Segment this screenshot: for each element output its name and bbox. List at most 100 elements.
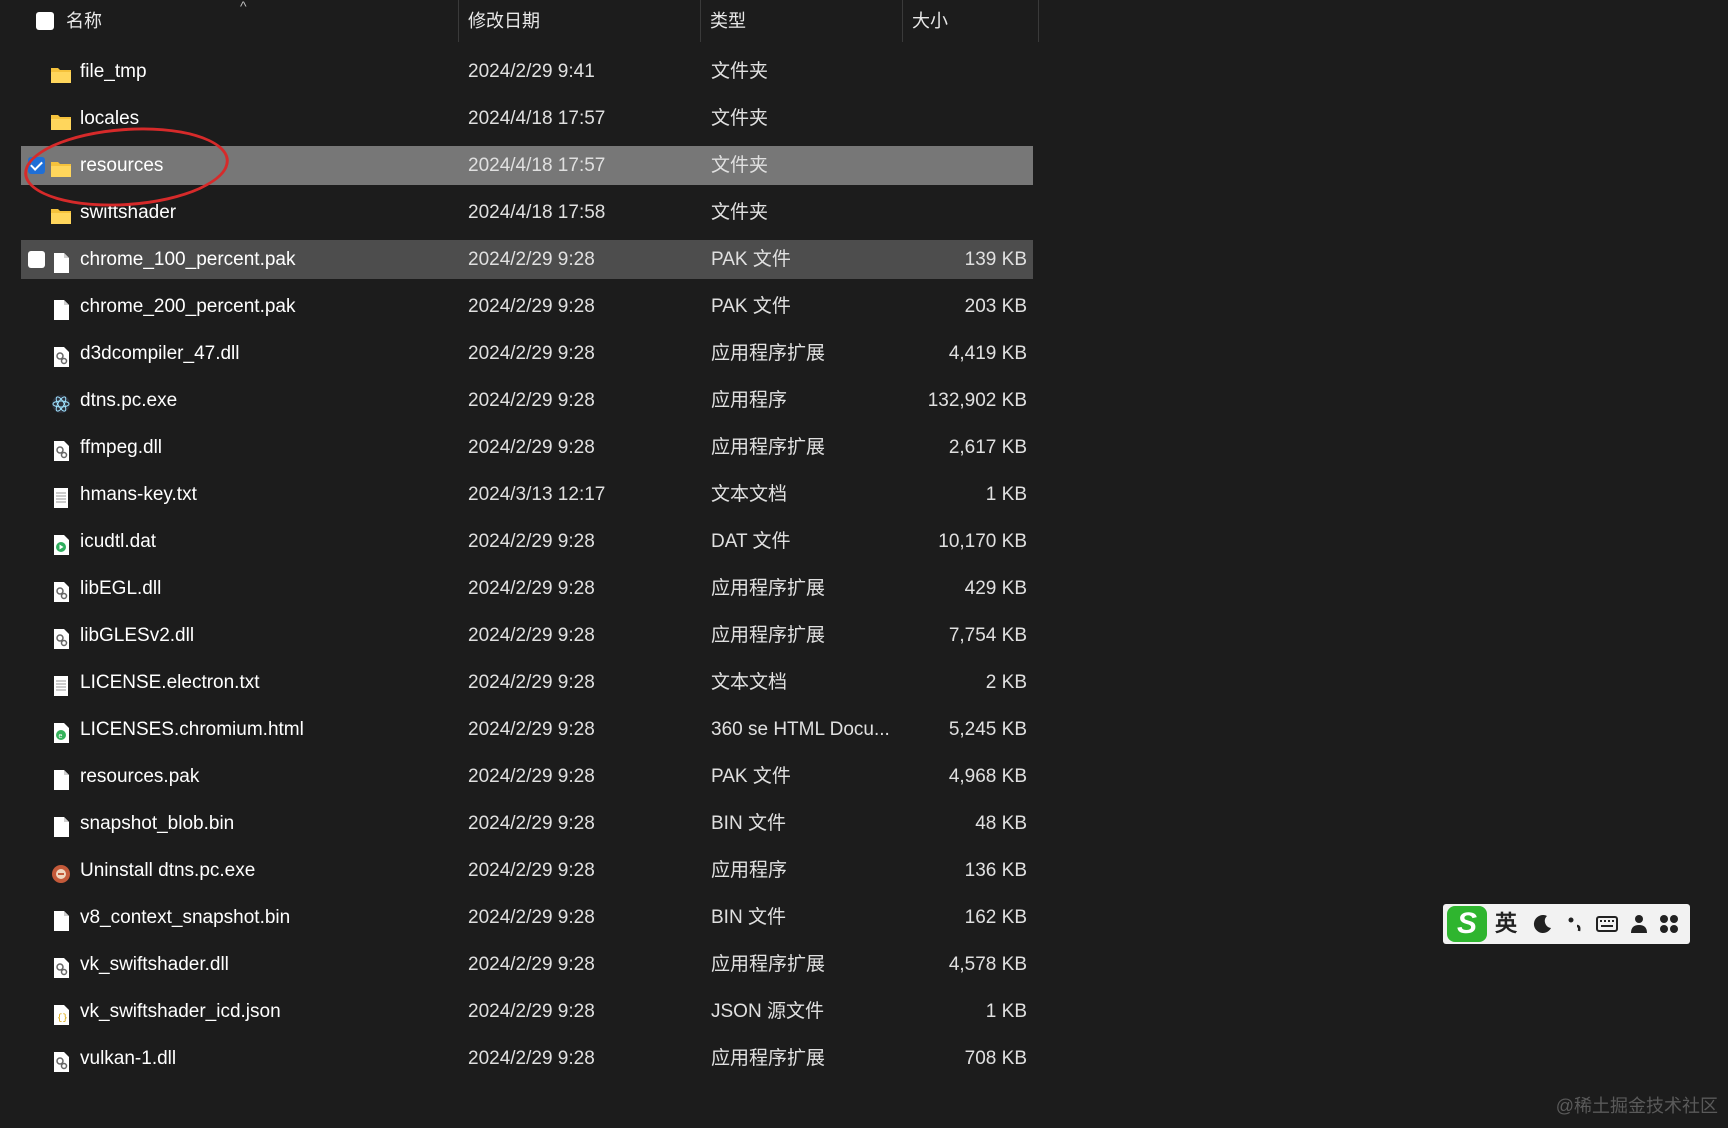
- file-name[interactable]: d3dcompiler_47.dll: [80, 334, 240, 373]
- file-row[interactable]: {} vk_swiftshader_icd.json 2024/2/29 9:28 J…: [21, 992, 1033, 1031]
- keyboard-icon[interactable]: [1595, 912, 1619, 936]
- file-size: 2 KB: [985, 672, 1027, 693]
- file-name[interactable]: vk_swiftshader_icd.json: [80, 992, 281, 1031]
- file-row[interactable]: v8_context_snapshot.bin 2024/2/29 9:28 BIN…: [21, 898, 1033, 937]
- file-row[interactable]: Uninstall dtns.pc.exe 2024/2/29 9:28 应用程序 1…: [21, 851, 1033, 890]
- file-modified-date: 2024/2/29 9:28: [468, 625, 595, 646]
- file-type: PAK 文件: [711, 766, 791, 787]
- ime-toolbar: S 英: [1443, 904, 1690, 944]
- file-row[interactable]: dtns.pc.exe 2024/2/29 9:28 应用程序 132,902 KB: [21, 381, 1033, 420]
- file-type: DAT 文件: [711, 531, 791, 552]
- file-row[interactable]: resources.pak 2024/2/29 9:28 PAK 文件 4,968 K…: [21, 757, 1033, 796]
- file-name[interactable]: ffmpeg.dll: [80, 428, 162, 467]
- file-modified-date: 2024/2/29 9:28: [468, 1048, 595, 1069]
- file-name[interactable]: chrome_200_percent.pak: [80, 287, 295, 326]
- watermark: @稀土掘金技术社区: [1555, 1096, 1718, 1116]
- file-modified-date: 2024/2/29 9:28: [468, 719, 595, 740]
- file-name[interactable]: Uninstall dtns.pc.exe: [80, 851, 255, 890]
- file-size: 2,617 KB: [948, 437, 1027, 458]
- file-type: 应用程序扩展: [711, 437, 826, 458]
- file-modified-date: 2024/2/29 9:28: [468, 296, 595, 317]
- column-divider[interactable]: [1038, 0, 1039, 42]
- file-name[interactable]: dtns.pc.exe: [80, 381, 177, 420]
- apps-icon[interactable]: [1657, 912, 1681, 936]
- file-name[interactable]: libEGL.dll: [80, 569, 161, 608]
- file-row[interactable]: chrome_200_percent.pak 2024/2/29 9:28 PAK …: [21, 287, 1033, 326]
- file-type: 文件夹: [711, 61, 769, 82]
- file-size: 4,968 KB: [948, 766, 1027, 787]
- dll-icon: [50, 954, 72, 978]
- file-type: 文件夹: [711, 202, 769, 223]
- ime-language-toggle[interactable]: 英: [1495, 904, 1517, 944]
- file-name[interactable]: icudtl.dat: [80, 522, 156, 561]
- file-name[interactable]: libGLESv2.dll: [80, 616, 194, 655]
- file-modified-date: 2024/2/29 9:28: [468, 954, 595, 975]
- file-size: 139 KB: [964, 249, 1027, 270]
- select-all-checkbox[interactable]: [36, 12, 54, 30]
- file-name[interactable]: chrome_100_percent.pak: [80, 240, 295, 279]
- user-icon[interactable]: [1627, 912, 1651, 936]
- column-header-date[interactable]: 修改日期: [458, 0, 700, 42]
- file-row[interactable]: snapshot_blob.bin 2024/2/29 9:28 BIN 文件 48 …: [21, 804, 1033, 843]
- file-modified-date: 2024/2/29 9:28: [468, 390, 595, 411]
- file-row[interactable]: libEGL.dll 2024/2/29 9:28 应用程序扩展 429 KB: [21, 569, 1033, 608]
- file-type: 应用程序扩展: [711, 578, 826, 599]
- file-modified-date: 2024/2/29 9:41: [468, 61, 595, 82]
- file-list: file_tmp 2024/2/29 9:41 文件夹 locales 2024/4/1…: [21, 52, 1033, 1086]
- column-header-name[interactable]: 名称: [56, 0, 416, 42]
- text-file-icon: [50, 484, 72, 508]
- file-type: BIN 文件: [711, 907, 786, 928]
- file-type: 应用程序: [711, 390, 788, 411]
- file-name[interactable]: file_tmp: [80, 52, 147, 91]
- file-row[interactable]: file_tmp 2024/2/29 9:41 文件夹: [21, 52, 1033, 91]
- file-name[interactable]: vulkan-1.dll: [80, 1039, 176, 1078]
- dll-icon: [50, 625, 72, 649]
- electron-app-icon: [50, 390, 72, 413]
- file-name[interactable]: v8_context_snapshot.bin: [80, 898, 290, 937]
- file-name[interactable]: LICENSES.chromium.html: [80, 710, 304, 749]
- folder-icon: [50, 61, 72, 83]
- file-row[interactable]: vk_swiftshader.dll 2024/2/29 9:28 应用程序扩展 4,…: [21, 945, 1033, 984]
- file-name[interactable]: vk_swiftshader.dll: [80, 945, 229, 984]
- file-row[interactable]: libGLESv2.dll 2024/2/29 9:28 应用程序扩展 7,754 K…: [21, 616, 1033, 655]
- file-modified-date: 2024/2/29 9:28: [468, 907, 595, 928]
- file-row[interactable]: icudtl.dat 2024/2/29 9:28 DAT 文件 10,170 KB: [21, 522, 1033, 561]
- file-row[interactable]: LICENSE.electron.txt 2024/2/29 9:28 文本文档 2 …: [21, 663, 1033, 702]
- file-row[interactable]: hmans-key.txt 2024/3/13 12:17 文本文档 1 KB: [21, 475, 1033, 514]
- file-type: 应用程序: [711, 860, 788, 881]
- moon-icon[interactable]: [1531, 912, 1555, 936]
- file-modified-date: 2024/2/29 9:28: [468, 343, 595, 364]
- file-modified-date: 2024/3/13 12:17: [468, 484, 606, 505]
- column-header-size[interactable]: 大小: [902, 0, 1038, 42]
- file-name[interactable]: resources.pak: [80, 757, 199, 796]
- file-name[interactable]: hmans-key.txt: [80, 475, 197, 514]
- file-size: 132,902 KB: [927, 390, 1027, 411]
- file-size: 5,245 KB: [948, 719, 1027, 740]
- file-row[interactable]: e LICENSES.chromium.html 2024/2/29 9:28 360…: [21, 710, 1033, 749]
- file-size: 4,419 KB: [948, 343, 1027, 364]
- file-row[interactable]: chrome_100_percent.pak 2024/2/29 9:28 PAK …: [21, 240, 1033, 279]
- row-checkbox[interactable]: [28, 251, 45, 268]
- file-name[interactable]: snapshot_blob.bin: [80, 804, 234, 843]
- file-type: 文件夹: [711, 155, 769, 176]
- svg-text:{}: {}: [57, 1013, 68, 1023]
- file-size: 4,578 KB: [948, 954, 1027, 975]
- punctuation-icon[interactable]: [1563, 912, 1587, 936]
- column-header-type[interactable]: 类型: [700, 0, 902, 42]
- file-row[interactable]: vulkan-1.dll 2024/2/29 9:28 应用程序扩展 708 KB: [21, 1039, 1033, 1078]
- json-file-icon: {}: [50, 1001, 72, 1025]
- file-type: 360 se HTML Docu...: [711, 719, 890, 740]
- file-size: 429 KB: [964, 578, 1027, 599]
- dll-icon: [50, 437, 72, 461]
- file-size: 48 KB: [975, 813, 1027, 834]
- file-icon: [50, 766, 72, 790]
- column-header: 名称 ^ 修改日期 类型 大小: [0, 0, 1040, 42]
- sogou-logo-icon[interactable]: S: [1447, 906, 1487, 942]
- file-modified-date: 2024/2/29 9:28: [468, 813, 595, 834]
- file-name[interactable]: LICENSE.electron.txt: [80, 663, 260, 702]
- file-row[interactable]: d3dcompiler_47.dll 2024/2/29 9:28 应用程序扩展 4,…: [21, 334, 1033, 373]
- file-row[interactable]: ffmpeg.dll 2024/2/29 9:28 应用程序扩展 2,617 KB: [21, 428, 1033, 467]
- folder-icon: [50, 108, 72, 130]
- file-type: PAK 文件: [711, 249, 791, 270]
- dll-icon: [50, 578, 72, 602]
